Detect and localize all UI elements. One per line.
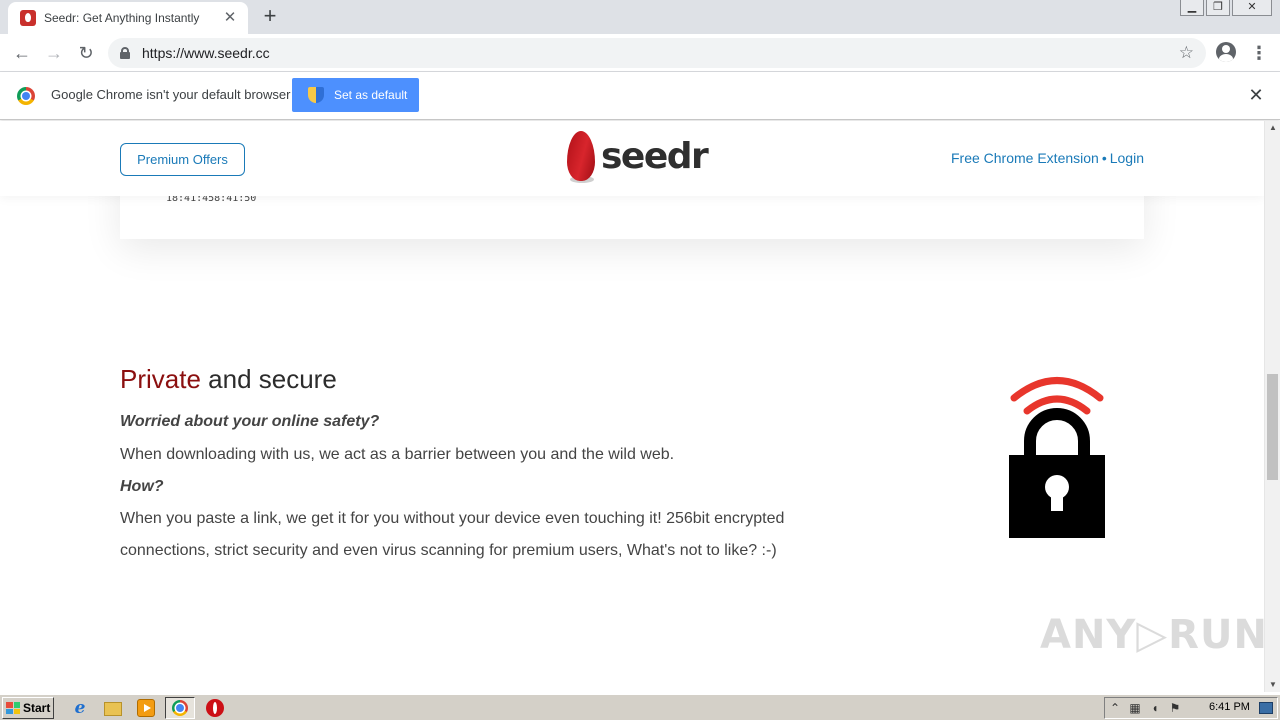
- url-text[interactable]: https://www.seedr.cc: [142, 45, 1179, 61]
- show-desktop-icon[interactable]: [1259, 702, 1273, 714]
- chrome-menu-icon[interactable]: ⋮: [1250, 41, 1268, 65]
- section-how: How?: [120, 478, 164, 495]
- chrome-logo-icon: [17, 87, 35, 105]
- volume-icon[interactable]: ◖: [1145, 701, 1165, 715]
- tab-close-icon[interactable]: ✕: [222, 10, 238, 26]
- bookmark-star-icon[interactable]: ☆: [1179, 43, 1194, 63]
- link-separator: •: [1101, 150, 1107, 166]
- section-paragraph-1: When downloading with us, we act as a ba…: [120, 446, 675, 463]
- new-tab-button[interactable]: +: [259, 5, 281, 28]
- tab-seedr[interactable]: Seedr: Get Anything Instantly ✕: [8, 2, 248, 34]
- section-paragraph-2: When you paste a link, we get it for you…: [120, 510, 785, 559]
- section-question: Worried about your online safety?: [120, 413, 380, 430]
- infobar-close-icon[interactable]: ✕: [1247, 86, 1265, 104]
- set-as-default-button[interactable]: Set as default: [292, 78, 419, 112]
- media-player-icon[interactable]: [137, 699, 155, 717]
- window-close-button[interactable]: ✕: [1232, 0, 1272, 16]
- profile-icon[interactable]: [1216, 42, 1236, 62]
- anyrun-watermark: ANY▷RUN: [1040, 612, 1268, 658]
- premium-offers-button[interactable]: Premium Offers: [120, 143, 245, 176]
- scroll-up-arrow-icon[interactable]: ▲: [1265, 121, 1280, 135]
- internet-explorer-icon[interactable]: e: [71, 699, 89, 717]
- window-controls: ▁ ❐ ✕: [1180, 0, 1272, 16]
- taskbar-chrome-button[interactable]: [165, 697, 195, 719]
- wireless-lock-icon: [1009, 377, 1105, 538]
- section-title-accent: Private: [120, 364, 201, 394]
- start-label: Start: [23, 701, 51, 715]
- chrome-taskbar-icon: [172, 700, 188, 716]
- infobar-message: Google Chrome isn't your default browser: [51, 87, 291, 102]
- seedr-favicon-icon: [20, 10, 36, 26]
- page-viewport: Premium Offers seedr Free Chrome Extensi…: [0, 121, 1264, 692]
- reload-button[interactable]: ↻: [74, 41, 98, 65]
- free-chrome-extension-link[interactable]: Free Chrome Extension: [951, 150, 1099, 166]
- page-scrollbar[interactable]: ▲ ▼: [1264, 121, 1280, 692]
- scroll-down-arrow-icon[interactable]: ▼: [1265, 678, 1280, 692]
- browser-toolbar: ← → ↻ https://www.seedr.cc ☆ ⋮: [0, 34, 1280, 72]
- opera-icon[interactable]: [206, 699, 224, 717]
- address-bar[interactable]: https://www.seedr.cc ☆: [108, 38, 1206, 68]
- action-center-flag-icon[interactable]: ⚑: [1165, 701, 1185, 715]
- set-as-default-label: Set as default: [334, 88, 408, 102]
- section-title: Private and secure: [120, 364, 337, 395]
- default-browser-infobar: Google Chrome isn't your default browser…: [0, 72, 1280, 120]
- network-icon[interactable]: ▦: [1125, 701, 1145, 715]
- site-header: Premium Offers seedr Free Chrome Extensi…: [0, 121, 1264, 196]
- logo-wordmark: seedr: [601, 136, 709, 177]
- back-button[interactable]: ←: [10, 41, 34, 65]
- header-links: Free Chrome Extension • Login: [951, 150, 1144, 166]
- login-link[interactable]: Login: [1110, 150, 1144, 166]
- tab-title: Seedr: Get Anything Instantly: [44, 11, 200, 25]
- taskbar: Start e ⌃ ▦ ◖ ⚑ 6:41 PM: [0, 694, 1280, 720]
- seedr-logo[interactable]: seedr: [567, 131, 709, 187]
- start-button[interactable]: Start: [2, 697, 54, 719]
- forward-button[interactable]: →: [42, 41, 66, 65]
- tray-clock[interactable]: 6:41 PM: [1209, 701, 1250, 713]
- system-tray: ⌃ ▦ ◖ ⚑ 6:41 PM: [1104, 697, 1278, 719]
- section-title-rest: and secure: [200, 364, 337, 394]
- lock-icon[interactable]: [120, 47, 130, 59]
- uac-shield-icon: [308, 87, 324, 103]
- seed-logo-icon: [567, 131, 595, 181]
- show-hidden-icons-icon[interactable]: ⌃: [1105, 701, 1125, 715]
- windows-logo-icon: [6, 702, 20, 714]
- restore-button[interactable]: ❐: [1206, 0, 1230, 16]
- scrollbar-thumb[interactable]: [1267, 374, 1278, 480]
- file-explorer-icon[interactable]: [104, 702, 122, 716]
- minimize-button[interactable]: ▁: [1180, 0, 1204, 16]
- tab-strip: Seedr: Get Anything Instantly ✕ + ▁ ❐ ✕: [0, 0, 1280, 34]
